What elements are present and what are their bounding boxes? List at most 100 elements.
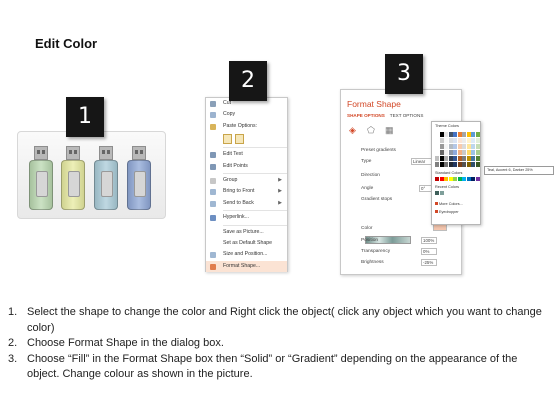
color-swatch[interactable] [439,191,444,195]
eyedropper-option[interactable]: Eyedropper [435,210,459,214]
color-swatch[interactable] [439,138,444,143]
menu-item-set-default-shape[interactable]: Set as Default Shape [206,238,287,249]
color-swatch[interactable] [453,150,457,155]
color-swatch[interactable] [466,177,471,181]
color-swatch[interactable] [462,162,466,167]
color-swatch[interactable] [444,156,448,161]
color-swatch[interactable] [462,150,466,155]
color-swatch[interactable] [448,162,453,167]
effects-icon[interactable]: ⬠ [367,125,377,135]
tab-shape-options[interactable]: SHAPE OPTIONS [347,113,385,118]
usb-body [61,160,85,210]
color-swatch[interactable] [466,138,471,143]
color-swatch[interactable] [471,162,475,167]
color-swatch[interactable] [475,177,480,181]
color-swatch[interactable] [435,144,439,149]
color-swatch[interactable] [439,177,444,181]
menu-item-format-shape[interactable]: Format Shape... [206,260,287,273]
color-swatch[interactable] [444,138,448,143]
paste-picture-icon[interactable] [235,134,244,145]
color-swatch[interactable] [457,156,462,161]
color-swatch[interactable] [453,162,457,167]
color-swatch[interactable] [457,138,462,143]
color-swatch[interactable] [471,138,475,143]
color-swatch[interactable] [475,132,480,137]
color-swatch[interactable] [435,191,439,195]
color-swatch[interactable] [444,177,448,181]
size-properties-icon[interactable]: ▦ [385,125,395,135]
color-swatch[interactable] [466,156,471,161]
color-swatch[interactable] [466,132,471,137]
color-swatch[interactable] [475,162,480,167]
color-swatch[interactable] [453,132,457,137]
color-swatch[interactable] [453,144,457,149]
color-swatch[interactable] [439,132,444,137]
color-swatch[interactable] [448,138,453,143]
color-swatch[interactable] [475,150,480,155]
color-swatch[interactable] [448,132,453,137]
color-dropdown-button[interactable] [433,224,447,231]
color-swatch[interactable] [435,156,439,161]
color-swatch[interactable] [471,144,475,149]
color-swatch[interactable] [453,138,457,143]
menu-item-hyperlink[interactable]: Hyperlink... [206,212,287,223]
color-swatch[interactable] [439,150,444,155]
transparency-input[interactable]: 0% [421,248,437,255]
menu-item-save-as-picture[interactable]: Save as Picture... [206,227,287,238]
color-swatch[interactable] [471,132,475,137]
color-swatch[interactable] [444,144,448,149]
tab-text-options[interactable]: TEXT OPTIONS [390,113,424,118]
color-swatch[interactable] [448,156,453,161]
color-swatch[interactable] [435,177,439,181]
color-swatch[interactable] [444,150,448,155]
color-swatch[interactable] [448,150,453,155]
color-swatch[interactable] [466,150,471,155]
color-swatch[interactable] [435,132,439,137]
color-swatch[interactable] [462,156,466,161]
brightness-input[interactable]: -25% [421,259,437,266]
color-swatch[interactable] [457,132,462,137]
color-swatch[interactable] [475,144,480,149]
color-swatch[interactable] [453,177,457,181]
color-swatch[interactable] [462,138,466,143]
more-colors-option[interactable]: More Colors... [435,202,463,206]
color-swatch[interactable] [462,132,466,137]
color-swatch[interactable] [457,144,462,149]
color-swatch[interactable] [448,144,453,149]
menu-item-send-to-back[interactable]: Send to Back ▶ [206,198,287,209]
color-swatch[interactable] [439,162,444,167]
color-swatch[interactable] [471,150,475,155]
color-swatch[interactable] [435,162,439,167]
menu-item-edit-text[interactable]: Edit Text [206,149,287,160]
color-swatch[interactable] [457,162,462,167]
menu-item-group[interactable]: Group ▶ [206,175,287,186]
color-swatch[interactable] [475,156,480,161]
color-swatch[interactable] [462,177,466,181]
color-swatch[interactable] [435,138,439,143]
color-swatch[interactable] [457,177,462,181]
color-swatch[interactable] [448,177,453,181]
color-swatch[interactable] [444,162,448,167]
color-swatch[interactable] [439,144,444,149]
menu-item-size-position[interactable]: Size and Position... [206,249,287,260]
position-input[interactable]: 100% [421,237,437,244]
color-swatch[interactable] [435,150,439,155]
color-swatch[interactable] [439,156,444,161]
fill-line-icon[interactable]: ◈ [349,125,359,135]
color-swatch[interactable] [444,132,448,137]
color-swatch[interactable] [471,156,475,161]
color-swatch[interactable] [475,138,480,143]
color-picker-dropdown: Theme Colors Standard Colors Recent Colo… [431,121,481,225]
menu-item-copy[interactable]: Copy [206,109,287,120]
color-swatch[interactable] [453,156,457,161]
paste-keep-formatting-icon[interactable] [223,134,232,145]
menu-item-bring-to-front[interactable]: Bring to Front ▶ [206,186,287,197]
color-swatch[interactable] [471,177,475,181]
color-swatch[interactable] [466,144,471,149]
instruction-item: 2. Choose Format Shape in the dialog box. [8,336,548,352]
color-swatch[interactable] [462,144,466,149]
menu-item-edit-points[interactable]: Edit Points [206,161,287,172]
page-title: Edit Color [35,36,98,51]
color-swatch[interactable] [466,162,471,167]
color-swatch[interactable] [457,150,462,155]
